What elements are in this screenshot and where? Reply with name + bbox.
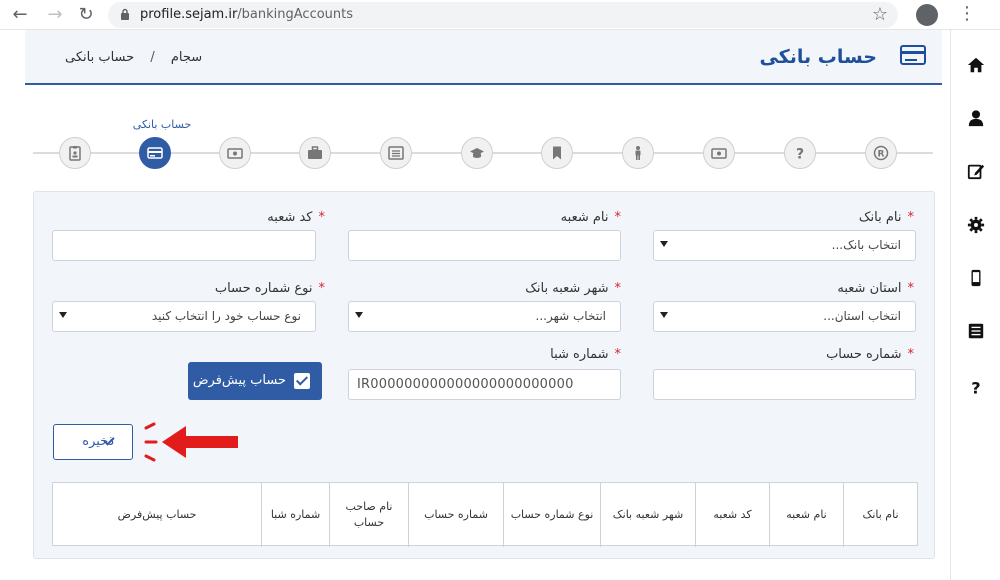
svg-text:?: ?: [971, 378, 980, 396]
account-type-label: *نوع شماره حساب: [214, 281, 325, 296]
user-icon[interactable]: [951, 103, 1000, 133]
table-header: کد شعبه: [695, 483, 769, 547]
branch-province-select[interactable]: انتخاب استان...: [653, 301, 916, 332]
step-money-icon-2[interactable]: [703, 137, 735, 169]
settings-gear-icon[interactable]: [951, 210, 1000, 240]
bank-name-label: *نام بانک: [858, 210, 914, 225]
table-header: نوع شماره حساب: [503, 483, 600, 547]
chevron-down-icon: [59, 312, 67, 318]
back-icon[interactable]: ←: [10, 5, 30, 25]
svg-text:R: R: [878, 150, 885, 160]
mobile-icon[interactable]: [951, 263, 1000, 293]
browser-toolbar: ← → ↻ profile.sejam.ir/bankingAccounts ☆…: [0, 0, 1000, 30]
bank-accounts-table: نام بانک نام شعبه کد شعبه شهر شعبه بانک …: [52, 482, 918, 547]
lock-icon: [121, 8, 129, 20]
page-title: حساب بانکی: [759, 46, 877, 68]
step-person-icon[interactable]: [622, 137, 654, 169]
page-header: سجام / حساب بانکی حساب بانکی: [25, 30, 942, 85]
home-icon[interactable]: [951, 50, 1000, 80]
main-panel: سجام / حساب بانکی حساب بانکی حساب بانکی …: [25, 30, 942, 580]
red-arrow-annotation-icon: [144, 422, 238, 462]
table-header: نام شعبه: [769, 483, 843, 547]
branch-city-select[interactable]: انتخاب شهر...: [348, 301, 621, 332]
reload-icon[interactable]: ↻: [76, 5, 96, 25]
bank-card-icon: [900, 45, 926, 65]
step-briefcase-icon[interactable]: [299, 137, 331, 169]
active-step-label: حساب بانکی: [132, 118, 192, 131]
branch-name-label: *نام شعبه: [560, 210, 621, 225]
chevron-down-icon: [660, 312, 668, 318]
chevron-down-icon: [355, 312, 363, 318]
branch-name-field[interactable]: [348, 230, 621, 261]
table-header: حساب پیش‌فرض: [117, 508, 197, 521]
address-bar[interactable]: profile.sejam.ir/bankingAccounts ☆: [108, 2, 898, 28]
table-header: شماره شبا: [261, 483, 329, 547]
branch-city-label: *شهر شعبه بانک: [525, 281, 621, 296]
step-registered-icon[interactable]: R: [865, 137, 897, 169]
branch-code-field[interactable]: [52, 230, 316, 261]
step-list-icon[interactable]: [380, 137, 412, 169]
sheba-field[interactable]: IR000000000000000000000000: [348, 369, 621, 400]
chevron-down-icon: [660, 241, 668, 247]
step-bookmark-icon[interactable]: [541, 137, 573, 169]
edit-icon[interactable]: [951, 156, 1000, 186]
table-header: نام صاحب حساب: [329, 483, 408, 547]
default-account-toggle[interactable]: حساب پیش‌فرض: [188, 362, 322, 400]
bank-name-select[interactable]: انتخاب بانک...: [653, 230, 916, 261]
breadcrumb: سجام / حساب بانکی: [65, 50, 203, 65]
table-header: نام بانک: [843, 483, 917, 547]
account-number-field[interactable]: [653, 369, 916, 400]
table-header: شهر شعبه بانک: [600, 483, 695, 547]
account-avatar-icon[interactable]: [916, 4, 938, 26]
step-help-icon[interactable]: ?: [784, 137, 816, 169]
sidebar: ?: [950, 30, 1000, 580]
bank-account-form: *نام بانک *نام شعبه *کد شعبه انتخاب بانک…: [33, 191, 935, 559]
breadcrumb-current: حساب بانکی: [65, 50, 135, 65]
step-bank-card-icon[interactable]: [139, 137, 171, 169]
checkbox-checked-icon: [294, 373, 310, 389]
branch-province-label: *استان شعبه: [837, 281, 914, 296]
step-education-icon[interactable]: [461, 137, 493, 169]
bookmark-star-icon[interactable]: ☆: [872, 4, 888, 25]
branch-code-label: *کد شعبه: [267, 210, 325, 225]
forward-icon[interactable]: →: [45, 5, 65, 25]
breadcrumb-home-link[interactable]: سجام: [171, 50, 202, 65]
account-type-select[interactable]: نوع حساب خود را انتخاب کنید: [52, 301, 316, 332]
account-number-label: *شماره حساب: [826, 347, 914, 362]
sheba-label: *شماره شبا: [550, 347, 621, 362]
more-menu-icon[interactable]: ⋮: [958, 3, 976, 24]
help-icon[interactable]: ?: [951, 372, 1000, 402]
list-icon[interactable]: [951, 316, 1000, 346]
table-header: شماره حساب: [408, 483, 503, 547]
save-button[interactable]: ذخیره: [53, 424, 133, 460]
step-clipboard-icon[interactable]: [59, 137, 91, 169]
step-money-icon[interactable]: [219, 137, 251, 169]
url-text: profile.sejam.ir/bankingAccounts: [140, 7, 354, 22]
svg-text:?: ?: [796, 147, 804, 162]
